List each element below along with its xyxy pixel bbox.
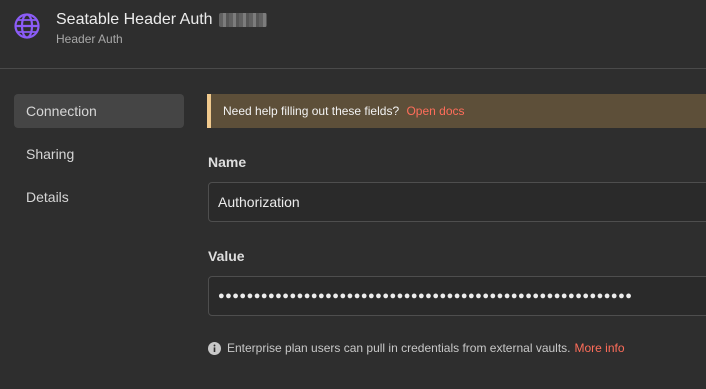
- more-info-link[interactable]: More info: [575, 341, 625, 355]
- help-notice: Need help filling out these fields? Open…: [207, 94, 706, 128]
- modal-header: Seatable Header Auth Header Auth: [0, 0, 706, 69]
- value-field[interactable]: ●●●●●●●●●●●●●●●●●●●●●●●●●●●●●●●●●●●●●●●●…: [208, 276, 706, 316]
- sidebar-item-sharing[interactable]: Sharing: [14, 137, 184, 171]
- title-row: Seatable Header Auth: [56, 9, 267, 31]
- sidebar-item-details[interactable]: Details: [14, 180, 184, 214]
- external-vaults-info: Enterprise plan users can pull in creden…: [208, 340, 625, 356]
- open-docs-link[interactable]: Open docs: [406, 104, 464, 118]
- name-field[interactable]: Authorization: [208, 182, 706, 222]
- sidebar-item-connection[interactable]: Connection: [14, 94, 184, 128]
- value-label: Value: [208, 248, 245, 264]
- redacted-text: [218, 13, 267, 27]
- credential-type: Header Auth: [56, 32, 123, 46]
- globe-icon: [14, 13, 40, 39]
- notice-text: Need help filling out these fields?: [223, 104, 400, 118]
- credential-title[interactable]: Seatable Header Auth: [56, 11, 213, 29]
- info-icon: [208, 341, 221, 355]
- name-label: Name: [208, 154, 247, 170]
- info-text: Enterprise plan users can pull in creden…: [227, 341, 571, 355]
- credential-modal: Seatable Header Auth Header Auth Connect…: [0, 0, 706, 389]
